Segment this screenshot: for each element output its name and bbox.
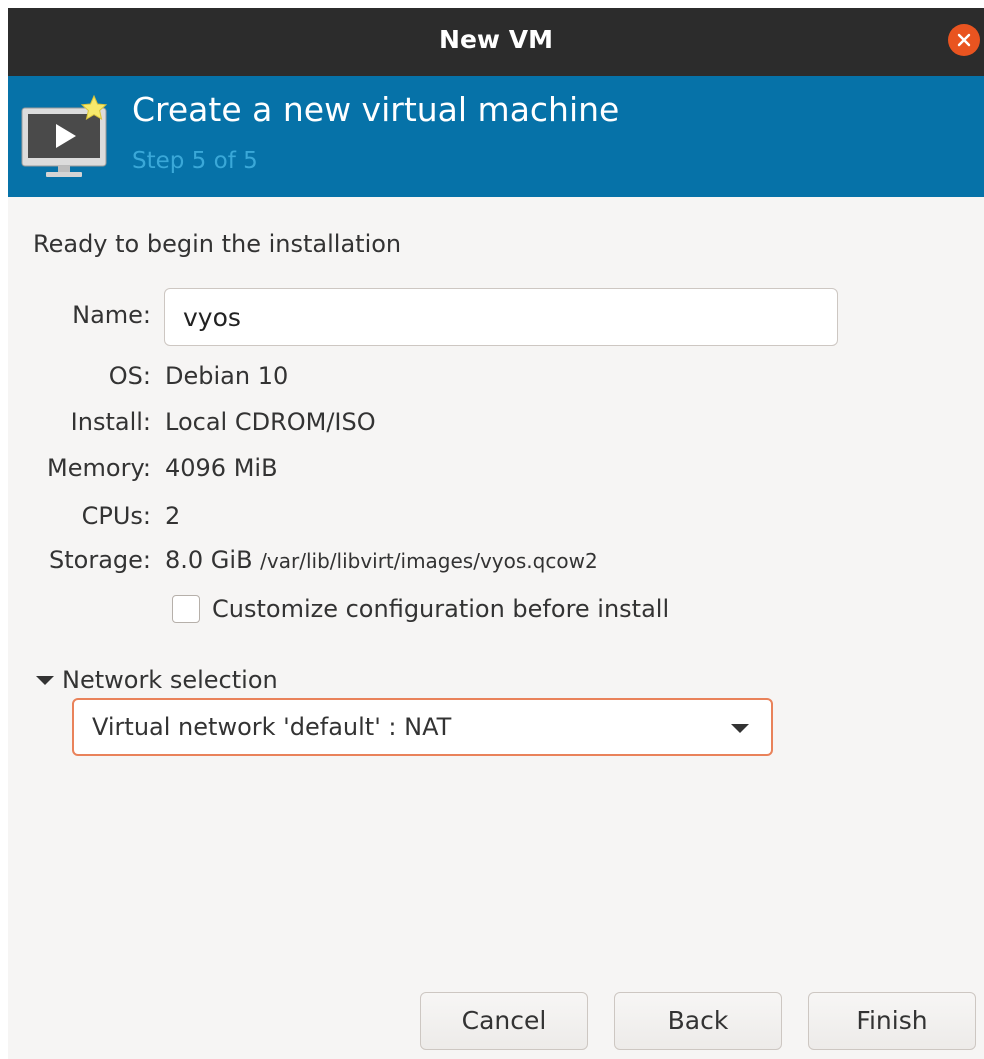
customize-checkbox-label: Customize configuration before install [212,595,670,623]
finish-button[interactable]: Finish [808,992,976,1050]
storage-size: 8.0 GiB [165,546,253,574]
storage-value: 8.0 GiB /var/lib/libvirt/images/vyos.qco… [165,546,598,574]
install-value: Local CDROM/ISO [165,408,376,436]
memory-value: 4096 MiB [165,454,278,482]
name-label: Name: [72,301,151,329]
new-vm-window: New VM Create a new virtual machine Step… [8,8,984,1059]
network-select-value: Virtual network 'default' : NAT [92,713,452,741]
close-button[interactable] [948,24,980,56]
header-title: Create a new virtual machine [132,90,620,129]
storage-label: Storage: [49,546,151,574]
cpus-value: 2 [165,502,181,530]
dropdown-arrow-icon [731,724,749,733]
name-input[interactable] [164,288,838,346]
install-label: Install: [70,408,151,436]
back-button[interactable]: Back [614,992,782,1050]
memory-label: Memory: [47,454,151,482]
network-selection-label: Network selection [62,666,278,694]
vm-monitor-play-icon [21,94,108,177]
os-label: OS: [108,362,151,390]
customize-checkbox[interactable] [172,595,200,623]
os-value: Debian 10 [165,362,289,390]
expander-arrow-down-icon [36,675,54,685]
cancel-button[interactable]: Cancel [420,992,588,1050]
network-selection-expander[interactable]: Network selection [36,666,278,694]
network-select-dropdown[interactable]: Virtual network 'default' : NAT [72,698,773,756]
title-bar: New VM [8,8,984,76]
storage-path: /var/lib/libvirt/images/vyos.qcow2 [260,549,598,573]
cpus-label: CPUs: [81,502,151,530]
window-title: New VM [439,25,553,54]
customize-checkbox-row[interactable]: Customize configuration before install [172,595,669,623]
header-subtitle: Step 5 of 5 [132,148,258,174]
header-banner: Create a new virtual machine Step 5 of 5 [8,76,984,197]
close-icon [957,33,971,47]
ready-label: Ready to begin the installation [33,230,402,258]
